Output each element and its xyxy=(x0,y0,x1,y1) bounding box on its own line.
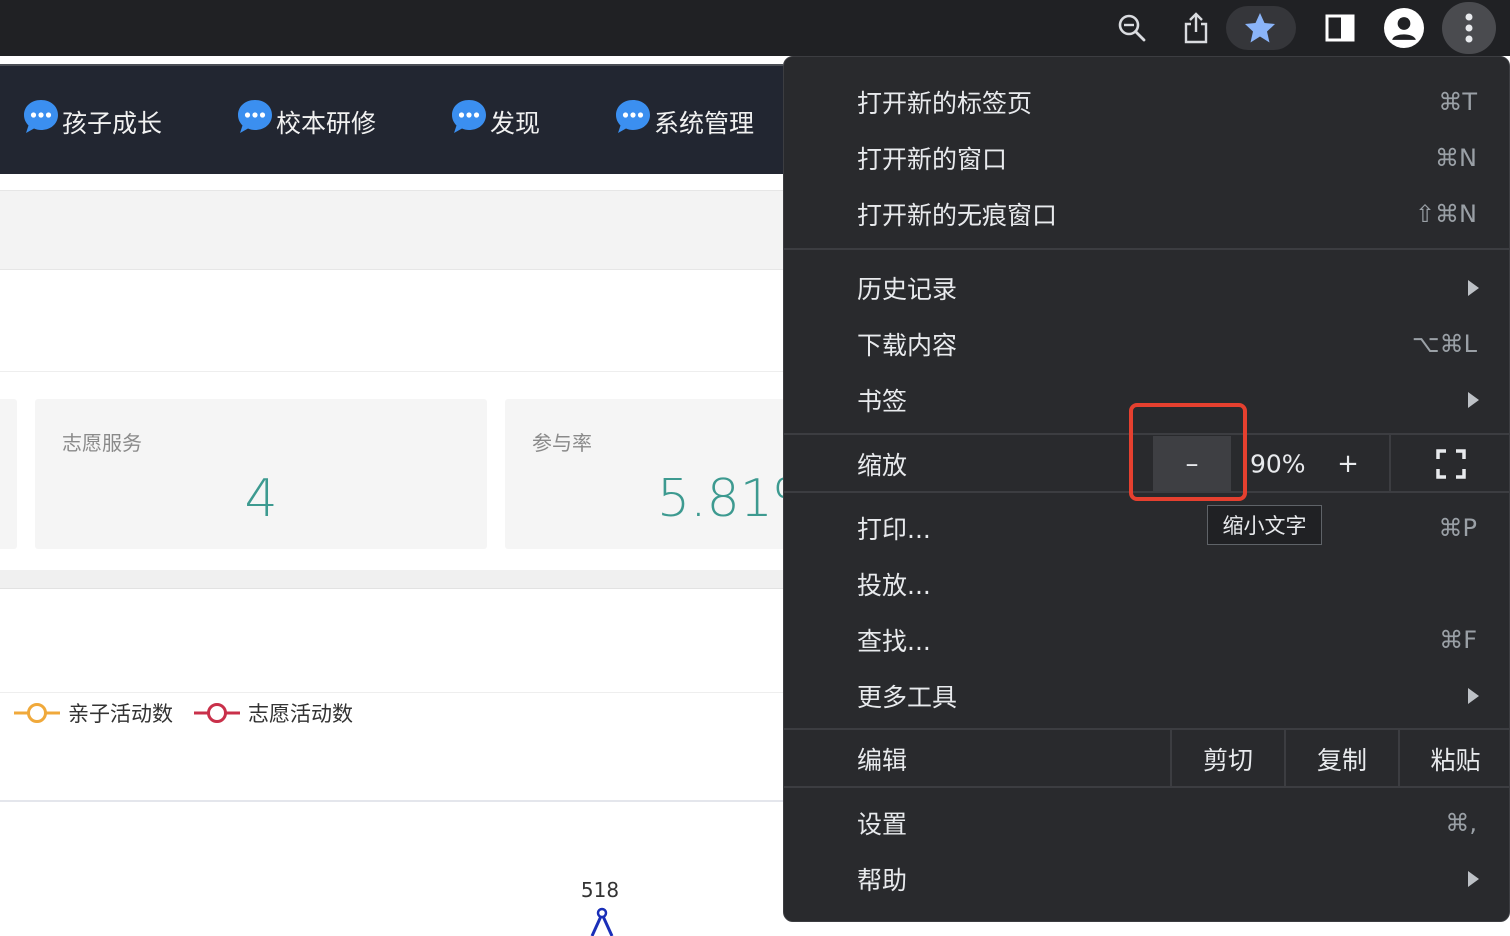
menu-item-shortcut: ⌘, xyxy=(1445,809,1477,837)
menu-item-new-tab[interactable]: 打开新的标签页 ⌘T xyxy=(784,74,1509,130)
nav-item-child-growth[interactable]: 孩子成长 xyxy=(22,100,162,144)
menu-item-label: 投放... xyxy=(857,571,931,600)
nav-item-discover[interactable]: 发现 xyxy=(450,100,540,144)
menu-item-label: 打开新的标签页 xyxy=(857,89,1033,118)
legend-label: 亲子活动数 xyxy=(68,702,173,726)
zoom-in-button[interactable]: + xyxy=(1328,435,1368,493)
legend-item-volunteer[interactable]: 志愿活动数 xyxy=(194,698,353,728)
browser-toolbar xyxy=(0,0,1510,56)
menu-item-label: 打开新的窗口 xyxy=(857,145,1008,174)
chart-plot-area: 518 xyxy=(0,800,783,936)
menu-item-label: 缩放 xyxy=(857,451,908,480)
chat-bubble-icon xyxy=(452,100,486,133)
stat-card-partial xyxy=(0,399,17,549)
fullscreen-button[interactable] xyxy=(1391,435,1509,493)
fullscreen-icon xyxy=(1436,449,1466,479)
stat-label: 志愿服务 xyxy=(62,431,142,455)
menu-item-label: 下载内容 xyxy=(857,331,958,360)
menu-item-label: 帮助 xyxy=(857,866,908,895)
zoom-out-tooltip: 缩小文字 xyxy=(1207,505,1322,545)
paste-button[interactable]: 粘贴 xyxy=(1398,730,1509,788)
menu-item-help[interactable]: 帮助 xyxy=(784,851,1509,907)
menu-item-print[interactable]: 打印... ⌘P xyxy=(784,500,1509,556)
submenu-arrow-icon xyxy=(1468,280,1479,296)
submenu-arrow-icon xyxy=(1468,871,1479,887)
menu-item-label: 更多工具 xyxy=(857,683,958,712)
share-icon[interactable] xyxy=(1176,8,1216,48)
section-divider xyxy=(0,570,783,589)
stat-value: 4 xyxy=(244,469,278,529)
menu-item-label: 设置 xyxy=(857,810,908,839)
bookmark-star-icon[interactable] xyxy=(1240,8,1280,48)
menu-edit-row: 编辑 剪切 复制 粘贴 xyxy=(784,730,1509,788)
chat-bubble-icon xyxy=(24,100,58,133)
stat-label: 参与率 xyxy=(532,431,592,455)
legend-label: 志愿活动数 xyxy=(248,702,353,726)
nav-item-label: 发现 xyxy=(490,109,541,138)
zoom-out-highlight-box xyxy=(1129,403,1247,501)
menu-item-settings[interactable]: 设置 ⌘, xyxy=(784,795,1509,851)
menu-item-shortcut: ⇧⌘N xyxy=(1414,200,1477,228)
legend-line-marker-icon xyxy=(14,703,60,723)
menu-item-shortcut: ⌘F xyxy=(1439,626,1477,654)
menu-item-label: 历史记录 xyxy=(857,275,958,304)
profile-icon[interactable] xyxy=(1384,8,1424,48)
side-panel-icon[interactable] xyxy=(1320,8,1360,48)
menu-item-shortcut: ⌘T xyxy=(1438,88,1477,116)
chart-legend: 亲子活动数 志愿活动数 xyxy=(0,698,783,732)
menu-item-shortcut: ⌘N xyxy=(1435,144,1477,172)
menu-item-label: 书签 xyxy=(857,387,908,416)
menu-separator xyxy=(784,248,1509,250)
stat-card-volunteer: 志愿服务 4 xyxy=(35,399,487,549)
more-vert-icon[interactable] xyxy=(1449,8,1489,48)
menu-item-new-window[interactable]: 打开新的窗口 ⌘N xyxy=(784,130,1509,186)
submenu-arrow-icon xyxy=(1468,392,1479,408)
menu-item-cast[interactable]: 投放... xyxy=(784,556,1509,612)
legend-line-marker-icon xyxy=(194,703,240,723)
nav-item-system-admin[interactable]: 系统管理 xyxy=(614,100,754,144)
nav-item-label: 孩子成长 xyxy=(62,109,163,138)
chart-header xyxy=(0,614,783,693)
legend-item-parent-child[interactable]: 亲子活动数 xyxy=(14,698,173,728)
nav-item-label: 系统管理 xyxy=(654,109,755,138)
menu-item-more-tools[interactable]: 更多工具 xyxy=(784,668,1509,724)
copy-button[interactable]: 复制 xyxy=(1284,730,1398,788)
chat-bubble-icon xyxy=(238,100,272,133)
menu-item-history[interactable]: 历史记录 xyxy=(784,260,1509,316)
menu-item-shortcut: ⌥⌘L xyxy=(1411,330,1477,358)
page-header-band xyxy=(0,190,783,270)
chat-bubble-icon xyxy=(616,100,650,133)
menu-item-downloads[interactable]: 下载内容 ⌥⌘L xyxy=(784,316,1509,372)
menu-item-label: 查找... xyxy=(857,627,931,656)
cut-button[interactable]: 剪切 xyxy=(1170,730,1284,788)
menu-item-label: 编辑 xyxy=(857,746,908,775)
data-point-label: 518 xyxy=(580,878,620,902)
menu-item-incognito[interactable]: 打开新的无痕窗口 ⇧⌘N xyxy=(784,186,1509,242)
menu-item-label: 打开新的无痕窗口 xyxy=(857,201,1058,230)
zoom-level: 90% xyxy=(1250,449,1306,479)
nav-item-school-training[interactable]: 校本研修 xyxy=(236,100,376,144)
menu-separator xyxy=(784,786,1509,788)
nav-item-label: 校本研修 xyxy=(276,109,377,138)
submenu-arrow-icon xyxy=(1468,688,1479,704)
site-navbar: 孩子成长 校本研修 发现 系统管理 xyxy=(0,66,783,174)
zoom-icon[interactable] xyxy=(1112,8,1152,48)
menu-item-shortcut: ⌘P xyxy=(1438,514,1477,542)
page-section-band xyxy=(0,295,783,372)
menu-item-label: 打印... xyxy=(857,515,931,544)
stats-cards: 志愿服务 4 参与率 5.81% xyxy=(0,372,905,570)
menu-item-find[interactable]: 查找... ⌘F xyxy=(784,612,1509,668)
